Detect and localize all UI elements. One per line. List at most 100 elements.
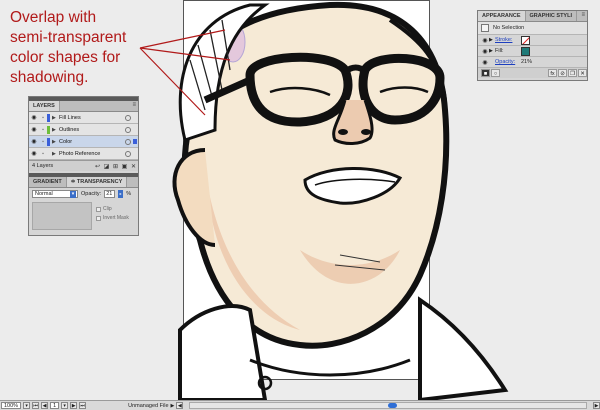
appearance-tabbar: APPEARANCE GRAPHIC STYLI ≡ — [478, 11, 587, 22]
target-circle-icon[interactable] — [125, 138, 131, 145]
new-layer-icon[interactable]: ▣ — [120, 163, 129, 170]
stroke-none-swatch[interactable] — [521, 36, 530, 45]
eye-icon[interactable]: ◉ — [481, 48, 489, 55]
eye-icon[interactable]: ◉ — [29, 114, 39, 121]
transparency-panel: GRADIENT ≑ TRANSPARENCY Normal ▾ Opacity… — [29, 173, 138, 235]
horizontal-scrollbar[interactable] — [189, 402, 587, 409]
eye-icon[interactable]: ◉ — [481, 59, 489, 66]
target-circle-icon[interactable] — [125, 114, 131, 121]
layer-row-color[interactable]: ◉ ▪ ▶ Color — [29, 136, 138, 148]
lock-icon[interactable]: ▪ — [39, 115, 47, 121]
layers-tabbar: LAYERS ≡ — [29, 101, 138, 112]
clear-appearance-icon[interactable]: ○ — [491, 69, 500, 77]
zoom-dropdown-icon[interactable]: ▾ — [23, 402, 31, 409]
eye-icon[interactable]: ◉ — [29, 126, 39, 133]
invert-mask-label: Invert Mask — [103, 215, 129, 221]
appearance-footer: ■ ○ fx ⊘ ❐ ✕ — [478, 68, 587, 78]
page-field[interactable]: 1 — [50, 402, 60, 409]
invert-mask-checkbox[interactable] — [96, 215, 101, 221]
annotation-line: color shapes for — [10, 49, 121, 66]
layer-row-fill-lines[interactable]: ◉ ▪ ▶ Fill Lines — [29, 112, 138, 124]
duplicate-item-icon[interactable]: ❐ — [568, 69, 577, 77]
target-circle-icon[interactable] — [125, 126, 131, 133]
mask-options: Clip Invert Mask — [96, 202, 129, 230]
appearance-header: No Selection — [478, 22, 587, 35]
fill-swatch[interactable] — [521, 47, 530, 56]
prev-page-icon[interactable]: ◀ — [41, 402, 49, 409]
lock-icon[interactable]: ▪ — [39, 127, 47, 133]
tab-gradient[interactable]: GRADIENT — [29, 177, 67, 187]
next-page-icon[interactable]: ▶ — [70, 402, 78, 409]
document-status[interactable]: Unmanaged File — [128, 403, 168, 409]
delete-layer-icon[interactable]: ✕ — [129, 163, 138, 170]
annotation-line: semi-transparent — [10, 29, 127, 46]
clip-option[interactable]: Clip — [96, 206, 129, 212]
scroll-right-icon[interactable]: ▶ — [593, 402, 600, 409]
annotation-text: Overlap with semi-transparent color shap… — [10, 8, 126, 88]
transparency-body: Clip Invert Mask — [29, 200, 138, 232]
expand-triangle-icon[interactable]: ▶ — [52, 151, 59, 157]
target-circle-icon[interactable] — [125, 150, 131, 157]
add-effect-button[interactable]: fx — [548, 69, 557, 77]
scroll-left-icon[interactable]: ◀ — [176, 402, 184, 409]
mask-thumbnail[interactable] — [32, 202, 92, 230]
clip-checkbox[interactable] — [96, 206, 101, 212]
eye-icon[interactable]: ◉ — [29, 150, 39, 157]
annotation-line: shadowing. — [10, 69, 89, 86]
new-sublayer-icon[interactable]: ⊞ — [111, 163, 120, 170]
clip-label: Clip — [103, 206, 112, 212]
expand-triangle-icon[interactable]: ▶ — [52, 115, 59, 121]
page-dropdown-icon[interactable]: ▾ — [61, 402, 69, 409]
layer-name: Color — [59, 138, 73, 145]
invert-mask-option[interactable]: Invert Mask — [96, 215, 129, 221]
layer-color-swatch — [47, 149, 50, 158]
zoom-field[interactable]: 100% — [1, 402, 22, 409]
layer-row-outlines[interactable]: ◉ ▪ ▶ Outlines — [29, 124, 138, 136]
layers-panel: LAYERS ≡ ◉ ▪ ▶ Fill Lines ◉ ▪ ▶ Outlines… — [28, 96, 139, 236]
eye-icon[interactable]: ◉ — [481, 37, 489, 44]
layer-row-photo-reference[interactable]: ◉ ▪ ▶ Photo Reference — [29, 148, 138, 160]
transparency-tabbar: GRADIENT ≑ TRANSPARENCY — [29, 177, 138, 188]
opacity-input[interactable]: 21 — [104, 190, 116, 198]
annotation-line: Overlap with — [10, 9, 97, 26]
stroke-link[interactable]: Stroke: — [495, 37, 512, 43]
lock-icon[interactable]: ▪ — [39, 139, 47, 145]
make-clipping-mask-icon[interactable]: ◪ — [102, 163, 111, 170]
layer-name: Fill Lines — [59, 114, 81, 121]
panel-menu-icon[interactable]: ≡ — [132, 102, 136, 108]
chevron-down-icon[interactable]: ▾ — [70, 191, 76, 198]
tab-layers[interactable]: LAYERS — [29, 101, 60, 111]
appearance-fill-row[interactable]: ◉ ▶ Fill: — [478, 46, 587, 57]
selection-indicator-icon — [133, 139, 137, 144]
no-icon[interactable]: ⊘ — [558, 69, 567, 77]
locate-object-icon[interactable]: ↩ — [93, 163, 102, 170]
new-art-icon[interactable]: ■ — [481, 69, 490, 77]
appearance-opacity-row[interactable]: ◉ Opacity: 21% — [478, 57, 587, 68]
opacity-link[interactable]: Opacity: — [495, 59, 515, 65]
appearance-stroke-row[interactable]: ◉ ▶ Stroke: — [478, 35, 587, 46]
opacity-value: 21% — [521, 59, 533, 65]
expand-triangle-icon[interactable]: ▶ — [52, 127, 59, 133]
appearance-panel: APPEARANCE GRAPHIC STYLI ≡ No Selection … — [477, 10, 588, 81]
delete-item-icon[interactable]: ✕ — [578, 69, 587, 77]
last-page-icon[interactable]: ⏭ — [79, 402, 87, 409]
opacity-stepper-icon[interactable]: ▸ — [118, 190, 124, 198]
layer-count: 4 Layers — [32, 163, 54, 169]
blend-mode-value: Normal — [35, 191, 53, 197]
expand-triangle-icon[interactable]: ▶ — [52, 139, 59, 145]
lock-icon[interactable]: ▪ — [39, 151, 47, 157]
collar-shape — [178, 304, 268, 400]
layer-color-swatch — [47, 125, 50, 134]
collar-shape — [418, 296, 509, 400]
status-arrow-icon[interactable]: ▶ — [171, 403, 175, 409]
first-page-icon[interactable]: ⏮ — [32, 402, 40, 409]
tab-transparency[interactable]: ≑ TRANSPARENCY — [66, 177, 128, 187]
tab-appearance[interactable]: APPEARANCE — [478, 11, 526, 21]
eye-icon[interactable]: ◉ — [29, 138, 39, 145]
fill-label: Fill: — [495, 48, 504, 54]
tab-graphic-styles[interactable]: GRAPHIC STYLI — [526, 11, 577, 21]
layers-footer: 4 Layers ↩ ◪ ⊞ ▣ ✕ — [29, 160, 138, 171]
scrollbar-thumb[interactable] — [388, 403, 398, 408]
panel-menu-icon[interactable]: ≡ — [581, 12, 585, 18]
blend-mode-select[interactable]: Normal ▾ — [32, 190, 78, 198]
